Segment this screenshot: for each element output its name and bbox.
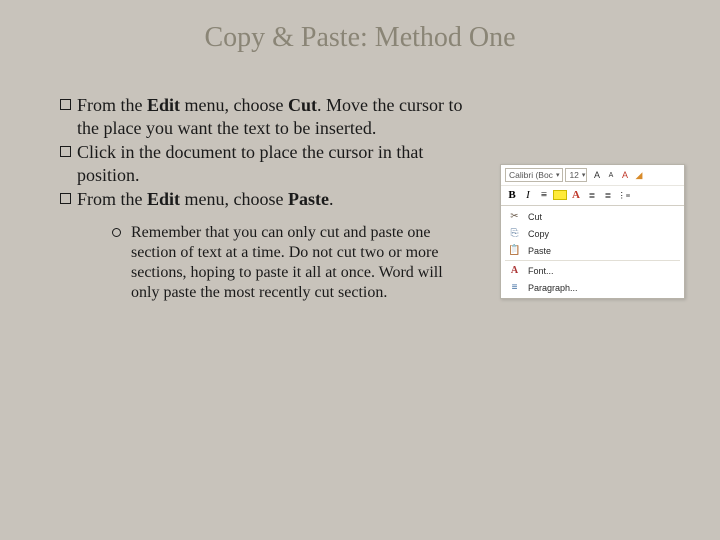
font-size-value: 12 [569, 170, 578, 180]
scissors-icon: ✂ [507, 210, 522, 223]
menu-item-font[interactable]: A Font... [501, 262, 684, 279]
grow-font-button[interactable]: A [590, 169, 603, 182]
chevron-down-icon: ▾ [556, 171, 560, 179]
menu-separator [505, 260, 680, 261]
bullet-item-2: Click in the document to place the curso… [60, 141, 470, 186]
menu-item-paste[interactable]: 📋 Paste [501, 242, 684, 259]
bullet-text-1: From the Edit menu, choose Cut. Move the… [77, 94, 470, 139]
bold-text: Cut [288, 95, 317, 115]
bold-text: Paste [288, 189, 329, 209]
square-bullet-icon [60, 99, 71, 110]
clipboard-icon: 📋 [507, 244, 522, 257]
square-bullet-icon [60, 146, 71, 157]
chevron-down-icon: ▾ [582, 171, 586, 179]
bullets-button[interactable]: ⋮≡ [617, 188, 631, 202]
bullet-text-3: From the Edit menu, choose Paste. [77, 188, 333, 211]
copy-icon: ⎘ [507, 227, 522, 240]
bold-button[interactable]: B [505, 188, 519, 202]
text-fragment: From the [77, 189, 147, 209]
format-painter-icon[interactable]: ◢ [632, 169, 645, 182]
bold-text: Edit [147, 189, 180, 209]
font-color-button[interactable]: A [569, 188, 583, 202]
slide-title: Copy & Paste: Method One [0, 0, 720, 54]
menu-label: Cut [528, 212, 542, 222]
text-fragment: . [329, 189, 334, 209]
image-column: Calibri (Boc▾ 12▾ A A A ◢ B I ≡ A ≣ ≣ ⋮≡ [500, 164, 685, 303]
styles-button[interactable]: A [618, 169, 631, 182]
bullet-item-3: From the Edit menu, choose Paste. [60, 188, 470, 211]
word-context-menu: Calibri (Boc▾ 12▾ A A A ◢ B I ≡ A ≣ ≣ ⋮≡ [500, 164, 685, 299]
shrink-font-button[interactable]: A [604, 169, 617, 182]
menu-label: Paste [528, 246, 551, 256]
mini-toolbar-row-1: Calibri (Boc▾ 12▾ A A A ◢ [501, 165, 684, 186]
highlight-button[interactable] [553, 190, 567, 200]
text-fragment: menu, choose [180, 189, 288, 209]
menu-label: Copy [528, 229, 549, 239]
italic-button[interactable]: I [521, 188, 535, 202]
bullet-text-2: Click in the document to place the curso… [77, 141, 470, 186]
font-size-dropdown[interactable]: 12 ▾ [565, 168, 587, 182]
paragraph-dialog-icon: ≡ [507, 281, 522, 294]
menu-item-paragraph[interactable]: ≡ Paragraph... [501, 279, 684, 296]
menu-item-copy[interactable]: ⎘ Copy [501, 225, 684, 242]
menu-label: Font... [528, 266, 554, 276]
sub-bullet-item: Remember that you can only cut and paste… [112, 223, 470, 303]
font-dialog-icon: A [507, 264, 522, 277]
square-bullet-icon [60, 193, 71, 204]
text-fragment: menu, choose [180, 95, 288, 115]
content-area: From the Edit menu, choose Cut. Move the… [0, 54, 720, 303]
mini-toolbar-row-2: B I ≡ A ≣ ≣ ⋮≡ [501, 186, 684, 206]
text-fragment: From the [77, 95, 147, 115]
sub-bullet-text: Remember that you can only cut and paste… [131, 223, 470, 303]
bullet-item-1: From the Edit menu, choose Cut. Move the… [60, 94, 470, 139]
align-center-button[interactable]: ≡ [537, 188, 551, 202]
menu-label: Paragraph... [528, 283, 578, 293]
text-column: From the Edit menu, choose Cut. Move the… [60, 94, 470, 303]
menu-item-cut[interactable]: ✂ Cut [501, 208, 684, 225]
context-menu-list: ✂ Cut ⎘ Copy 📋 Paste A Font... ≡ [501, 206, 684, 298]
circle-bullet-icon [112, 228, 121, 237]
font-name-dropdown[interactable]: Calibri (Boc▾ [505, 168, 563, 182]
bold-text: Edit [147, 95, 180, 115]
increase-indent-button[interactable]: ≣ [601, 188, 615, 202]
font-name-value: Calibri (Boc [509, 170, 553, 180]
decrease-indent-button[interactable]: ≣ [585, 188, 599, 202]
